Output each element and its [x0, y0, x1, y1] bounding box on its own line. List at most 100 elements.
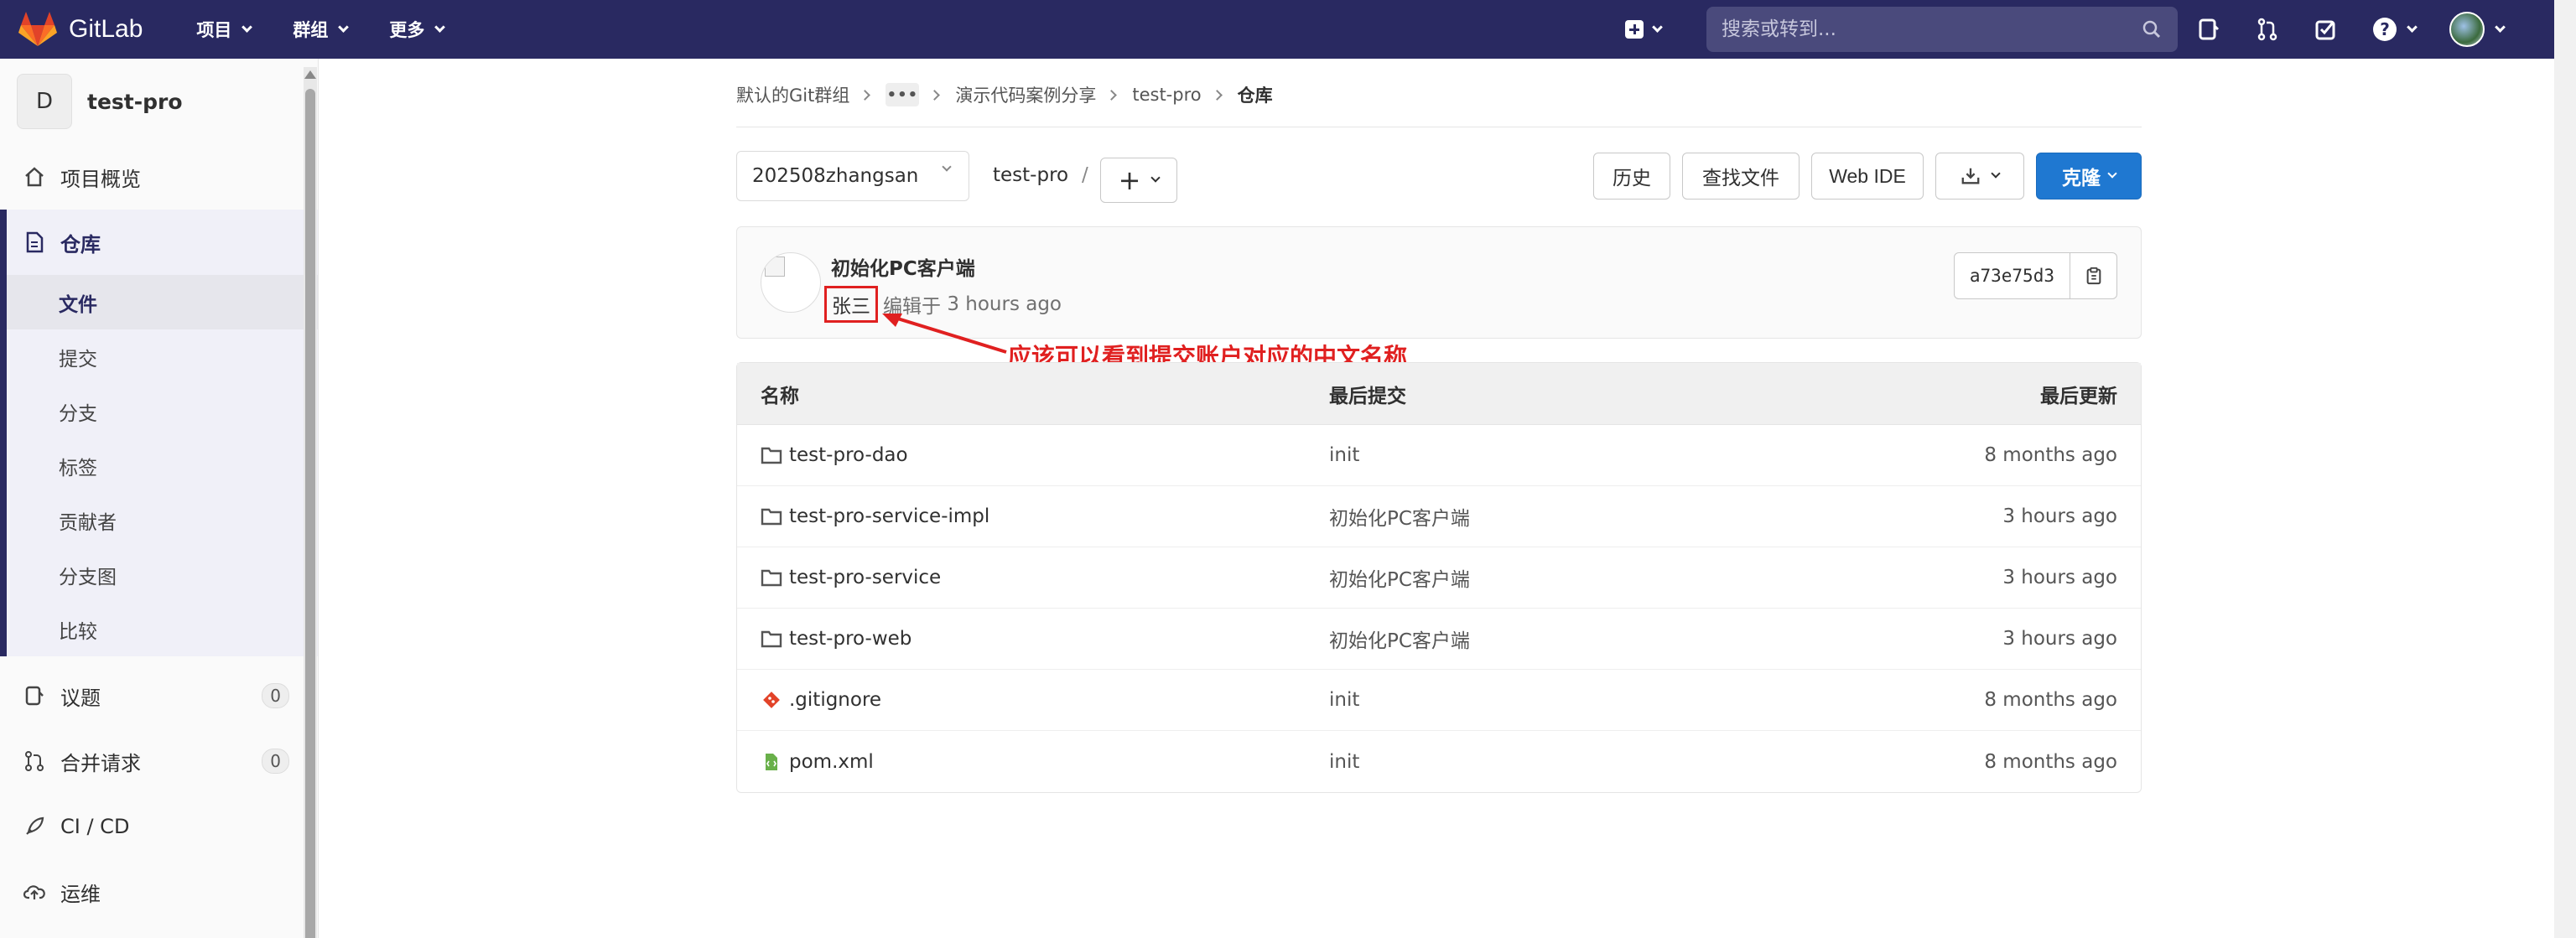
row-commit-message[interactable]: init [1329, 751, 1359, 773]
top-navbar: GitLab 项目 群组 更多 ? [0, 0, 2554, 59]
annotation-arrow-icon [882, 314, 1007, 354]
branch-selector[interactable]: 202508zhangsan [736, 151, 969, 201]
path-separator: / [1082, 164, 1088, 186]
gitlab-logo-icon [18, 12, 57, 46]
sidebar-scrollbar[interactable] [304, 67, 317, 938]
home-icon [25, 167, 44, 187]
row-commit-message[interactable]: 初始化PC客户端 [1329, 502, 1470, 531]
nav-groups-menu[interactable]: 群组 [293, 0, 350, 59]
sidebar-item-branches[interactable]: 分支 [7, 384, 318, 438]
row-date: 8 months ago [1984, 689, 2117, 711]
table-header: 名称 最后提交 最后更新 [737, 363, 2141, 425]
row-commit-message[interactable]: 初始化PC客户端 [1329, 624, 1470, 653]
sidebar-item-cicd[interactable]: CI / CD [0, 794, 318, 859]
sidebar-item-label: 运维 [60, 882, 101, 906]
issues-icon[interactable] [2197, 18, 2220, 41]
chevron-down-icon [1652, 21, 1663, 33]
sidebar-item-label: 仓库 [60, 232, 101, 257]
sidebar-item-merge-requests[interactable]: 合并请求 0 [0, 728, 318, 794]
sidebar-item-compare[interactable]: 比较 [7, 602, 318, 656]
merge-request-icon[interactable] [2256, 18, 2279, 41]
sidebar-item-files[interactable]: 文件 [7, 275, 318, 329]
sidebar-scrollbar-thumb[interactable] [305, 89, 315, 938]
file-name-link[interactable]: test-pro-service [761, 567, 941, 588]
table-row[interactable]: test-pro-service-impl 初始化PC客户端 3 hours a… [737, 486, 2141, 547]
page-scrollbar[interactable] [2554, 0, 2576, 938]
nav-projects-menu[interactable]: 项目 [196, 0, 253, 59]
sidebar-item-overview[interactable]: 项目概览 [0, 144, 318, 210]
cloud-upload-icon [23, 885, 45, 899]
sidebar-item-commits[interactable]: 提交 [7, 329, 318, 384]
todo-icon[interactable] [2314, 18, 2338, 41]
table-row[interactable]: pom.xml init 8 months ago [737, 731, 2141, 792]
user-menu[interactable] [2449, 12, 2506, 47]
search-input[interactable] [1722, 18, 2124, 40]
breadcrumb-current[interactable]: 仓库 [1238, 82, 1273, 107]
search-icon[interactable] [2142, 20, 2161, 39]
new-item-dropdown[interactable] [1625, 0, 1663, 59]
file-name-link[interactable]: test-pro-service-impl [761, 505, 989, 527]
repo-path-root[interactable]: test-pro [993, 164, 1068, 186]
commit-author-link[interactable]: 张三 [824, 286, 878, 323]
table-row[interactable]: test-pro-service 初始化PC客户端 3 hours ago [737, 547, 2141, 609]
add-to-tree-button[interactable]: + [1100, 158, 1177, 203]
breadcrumb-group[interactable]: 默认的Git群组 [736, 82, 849, 107]
help-menu[interactable]: ? [2373, 18, 2418, 41]
table-row[interactable]: test-pro-web 初始化PC客户端 3 hours ago [737, 609, 2141, 670]
document-icon [26, 231, 44, 253]
chevron-right-icon [860, 89, 871, 101]
table-row[interactable]: test-pro-dao init 8 months ago [737, 425, 2141, 486]
nav-more-menu[interactable]: 更多 [389, 0, 446, 59]
table-row[interactable]: .gitignore init 8 months ago [737, 670, 2141, 731]
row-date: 3 hours ago [2002, 505, 2117, 527]
row-commit-message[interactable]: init [1329, 444, 1359, 466]
sidebar-item-operations[interactable]: 运维 [0, 859, 318, 925]
nav-groups-label: 群组 [293, 20, 329, 40]
file-name-link[interactable]: pom.xml [761, 751, 874, 773]
rocket-icon [26, 816, 44, 835]
sidebar-item-tags[interactable]: 标签 [7, 438, 318, 493]
project-name: test-pro [87, 89, 183, 114]
download-button[interactable] [1935, 153, 2024, 200]
breadcrumb-project[interactable]: test-pro [1132, 85, 1201, 105]
sidebar-item-repository[interactable]: 仓库 [7, 210, 318, 275]
git-file-icon [763, 692, 780, 708]
brand-name: GitLab [69, 15, 143, 43]
file-name-link[interactable]: test-pro-web [761, 628, 911, 650]
chevron-down-icon [942, 162, 952, 172]
folder-icon [761, 447, 782, 464]
project-header[interactable]: D test-pro [0, 59, 318, 144]
issues-icon [25, 686, 44, 706]
sidebar-item-contributors[interactable]: 贡献者 [7, 493, 318, 547]
breadcrumb-ellipsis-button[interactable]: ••• [886, 83, 920, 106]
file-name-link[interactable]: .gitignore [761, 689, 881, 711]
new-item-button[interactable] [1625, 20, 1663, 39]
breadcrumb-subgroup[interactable]: 演示代码案例分享 [955, 82, 1096, 107]
scroll-up-arrow-icon[interactable] [304, 70, 316, 79]
find-file-button[interactable]: 查找文件 [1682, 153, 1800, 200]
commit-author-avatar[interactable] [761, 252, 821, 313]
row-commit-message[interactable]: init [1329, 689, 1359, 711]
file-name: test-pro-web [789, 628, 912, 650]
sidebar-item-graph[interactable]: 分支图 [7, 547, 318, 602]
web-ide-button[interactable]: Web IDE [1811, 153, 1924, 200]
file-tree-table: 名称 最后提交 最后更新 test-pro-dao init 8 months … [736, 362, 2142, 793]
chevron-down-icon [1150, 173, 1161, 183]
file-name-link[interactable]: test-pro-dao [761, 444, 908, 466]
commit-sha-link[interactable]: a73e75d3 [1953, 252, 2070, 299]
merge-requests-count-badge: 0 [262, 749, 289, 774]
gitlab-home-link[interactable]: GitLab [18, 0, 143, 59]
chevron-right-icon [1106, 89, 1118, 101]
copy-sha-button[interactable] [2070, 252, 2117, 299]
file-name: pom.xml [789, 750, 874, 773]
row-date: 8 months ago [1984, 750, 2117, 773]
commit-title-link[interactable]: 初始化PC客户端 [831, 252, 975, 281]
chevron-down-icon [242, 21, 253, 33]
sidebar-item-issues[interactable]: 议题 0 [0, 663, 318, 728]
history-button[interactable]: 历史 [1593, 153, 1670, 200]
clone-button[interactable]: 克隆 [2036, 153, 2142, 200]
search-box[interactable] [1706, 7, 2178, 52]
chevron-right-icon [929, 89, 941, 101]
row-date: 3 hours ago [2002, 567, 2117, 588]
row-commit-message[interactable]: 初始化PC客户端 [1329, 563, 1470, 592]
